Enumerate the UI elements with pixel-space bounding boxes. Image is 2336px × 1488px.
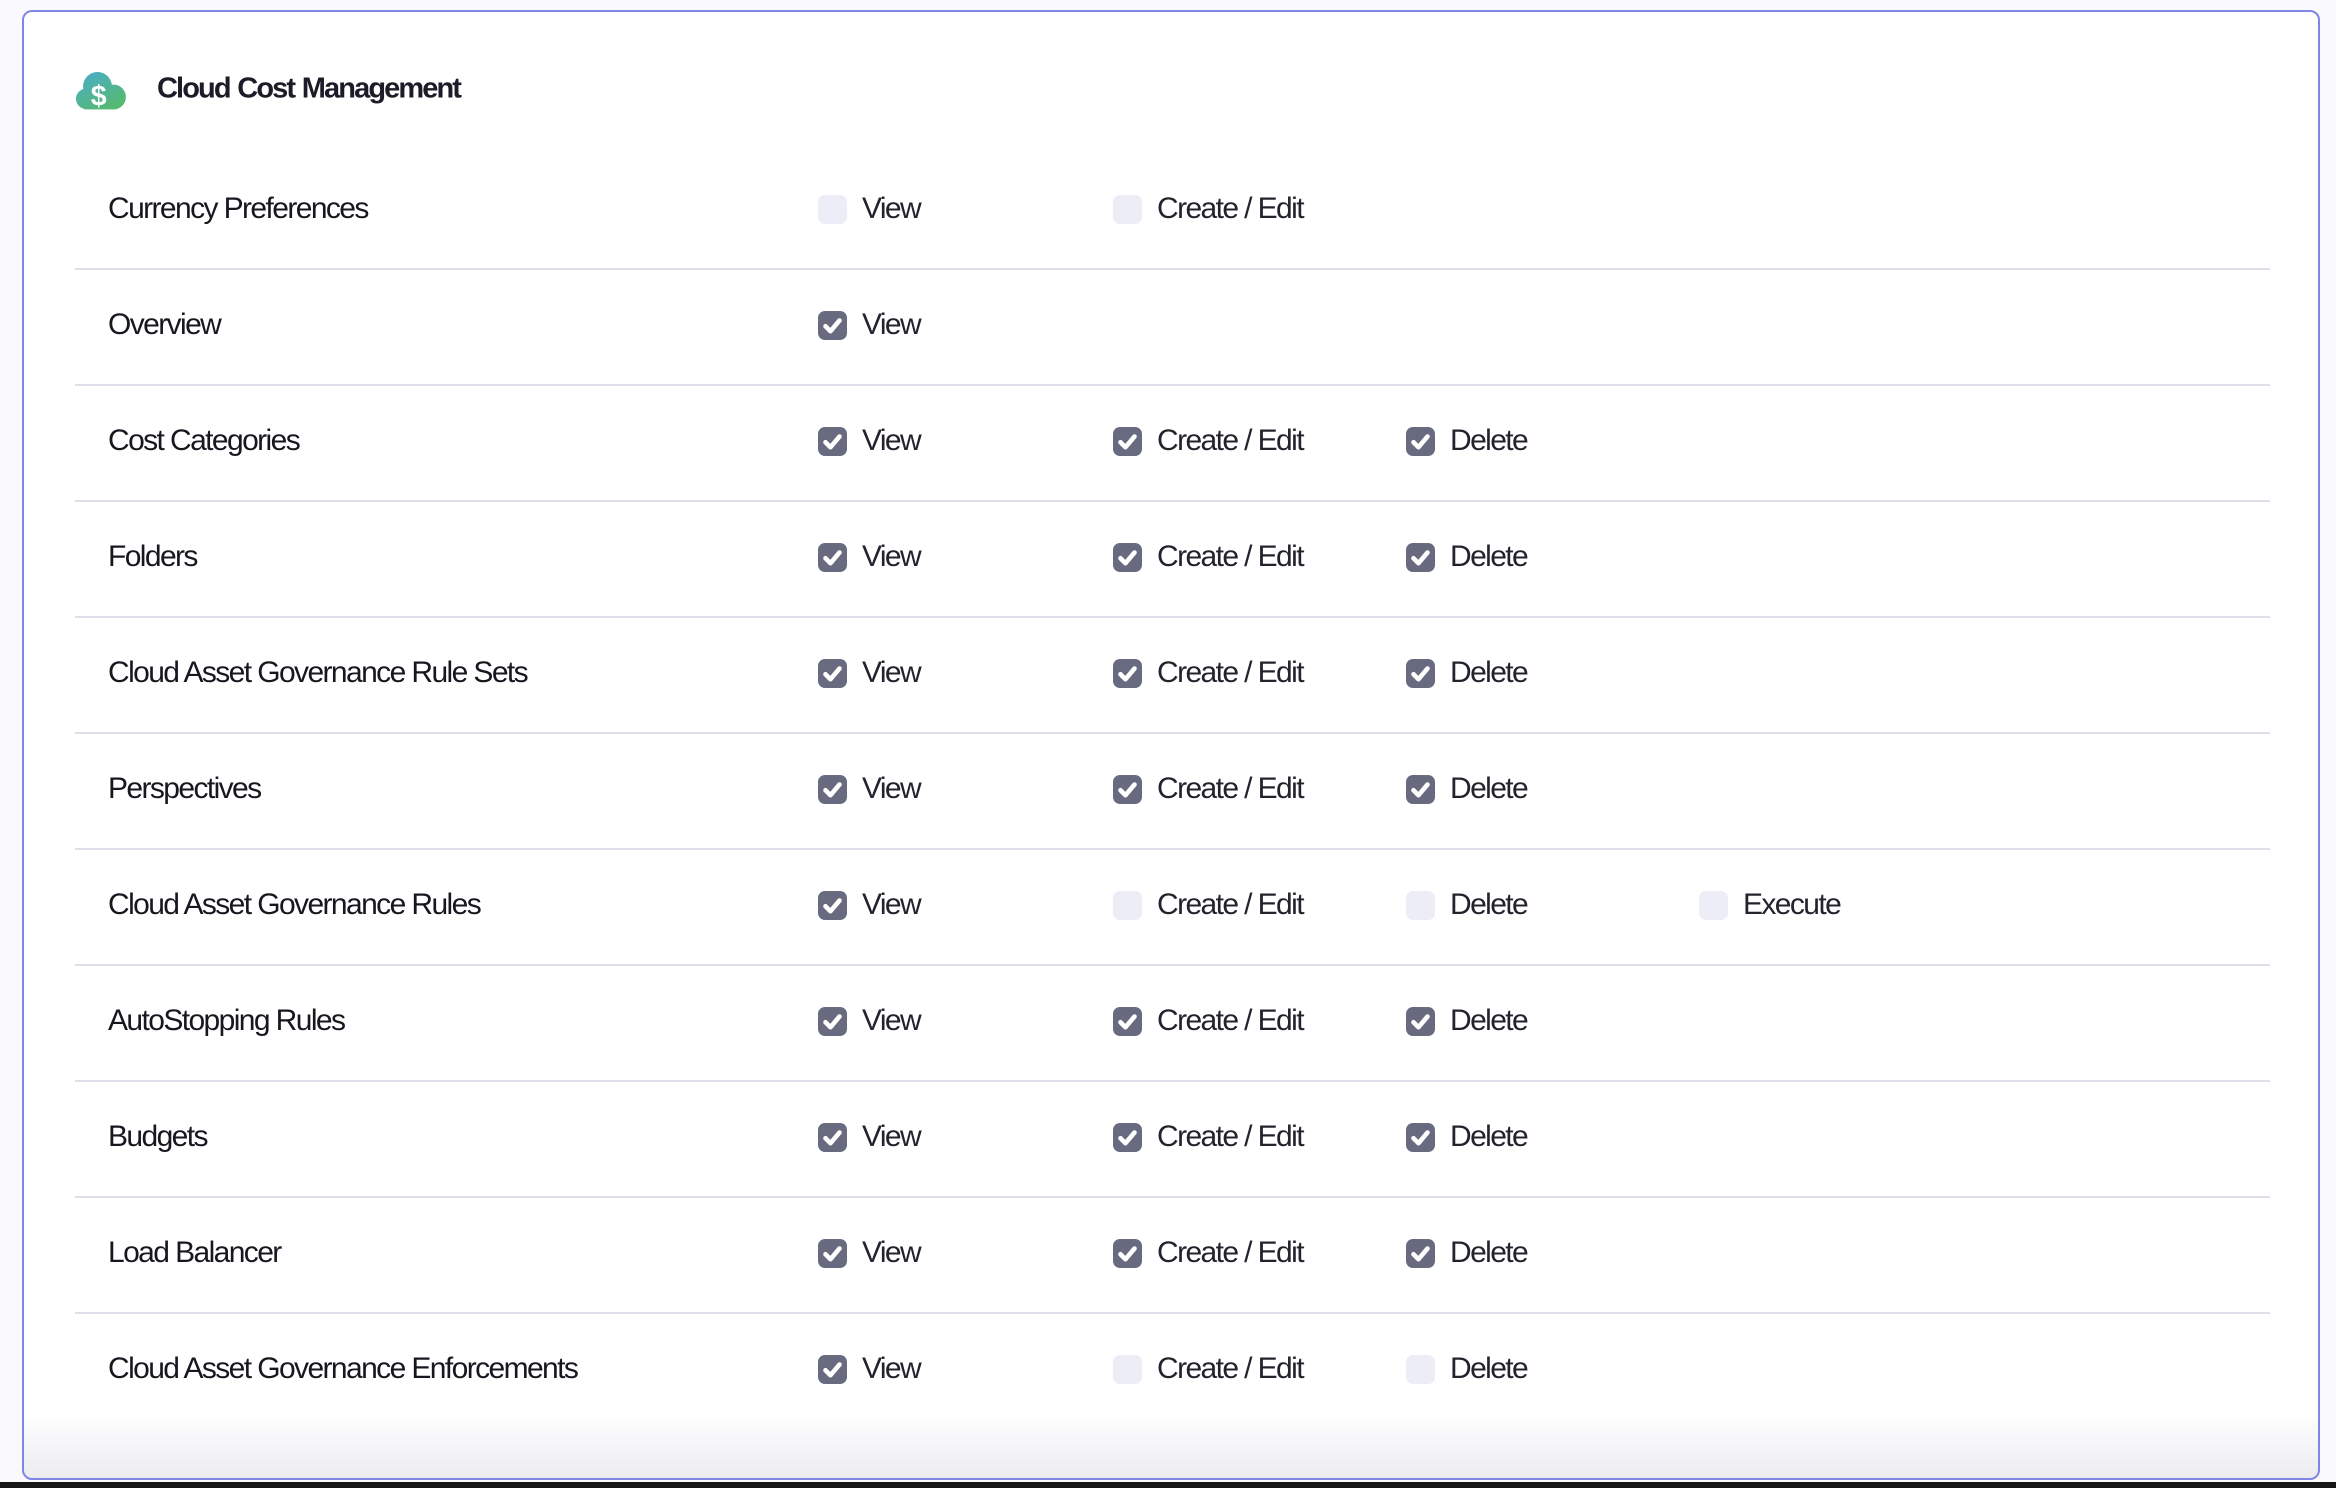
- svg-text:$: $: [91, 80, 107, 110]
